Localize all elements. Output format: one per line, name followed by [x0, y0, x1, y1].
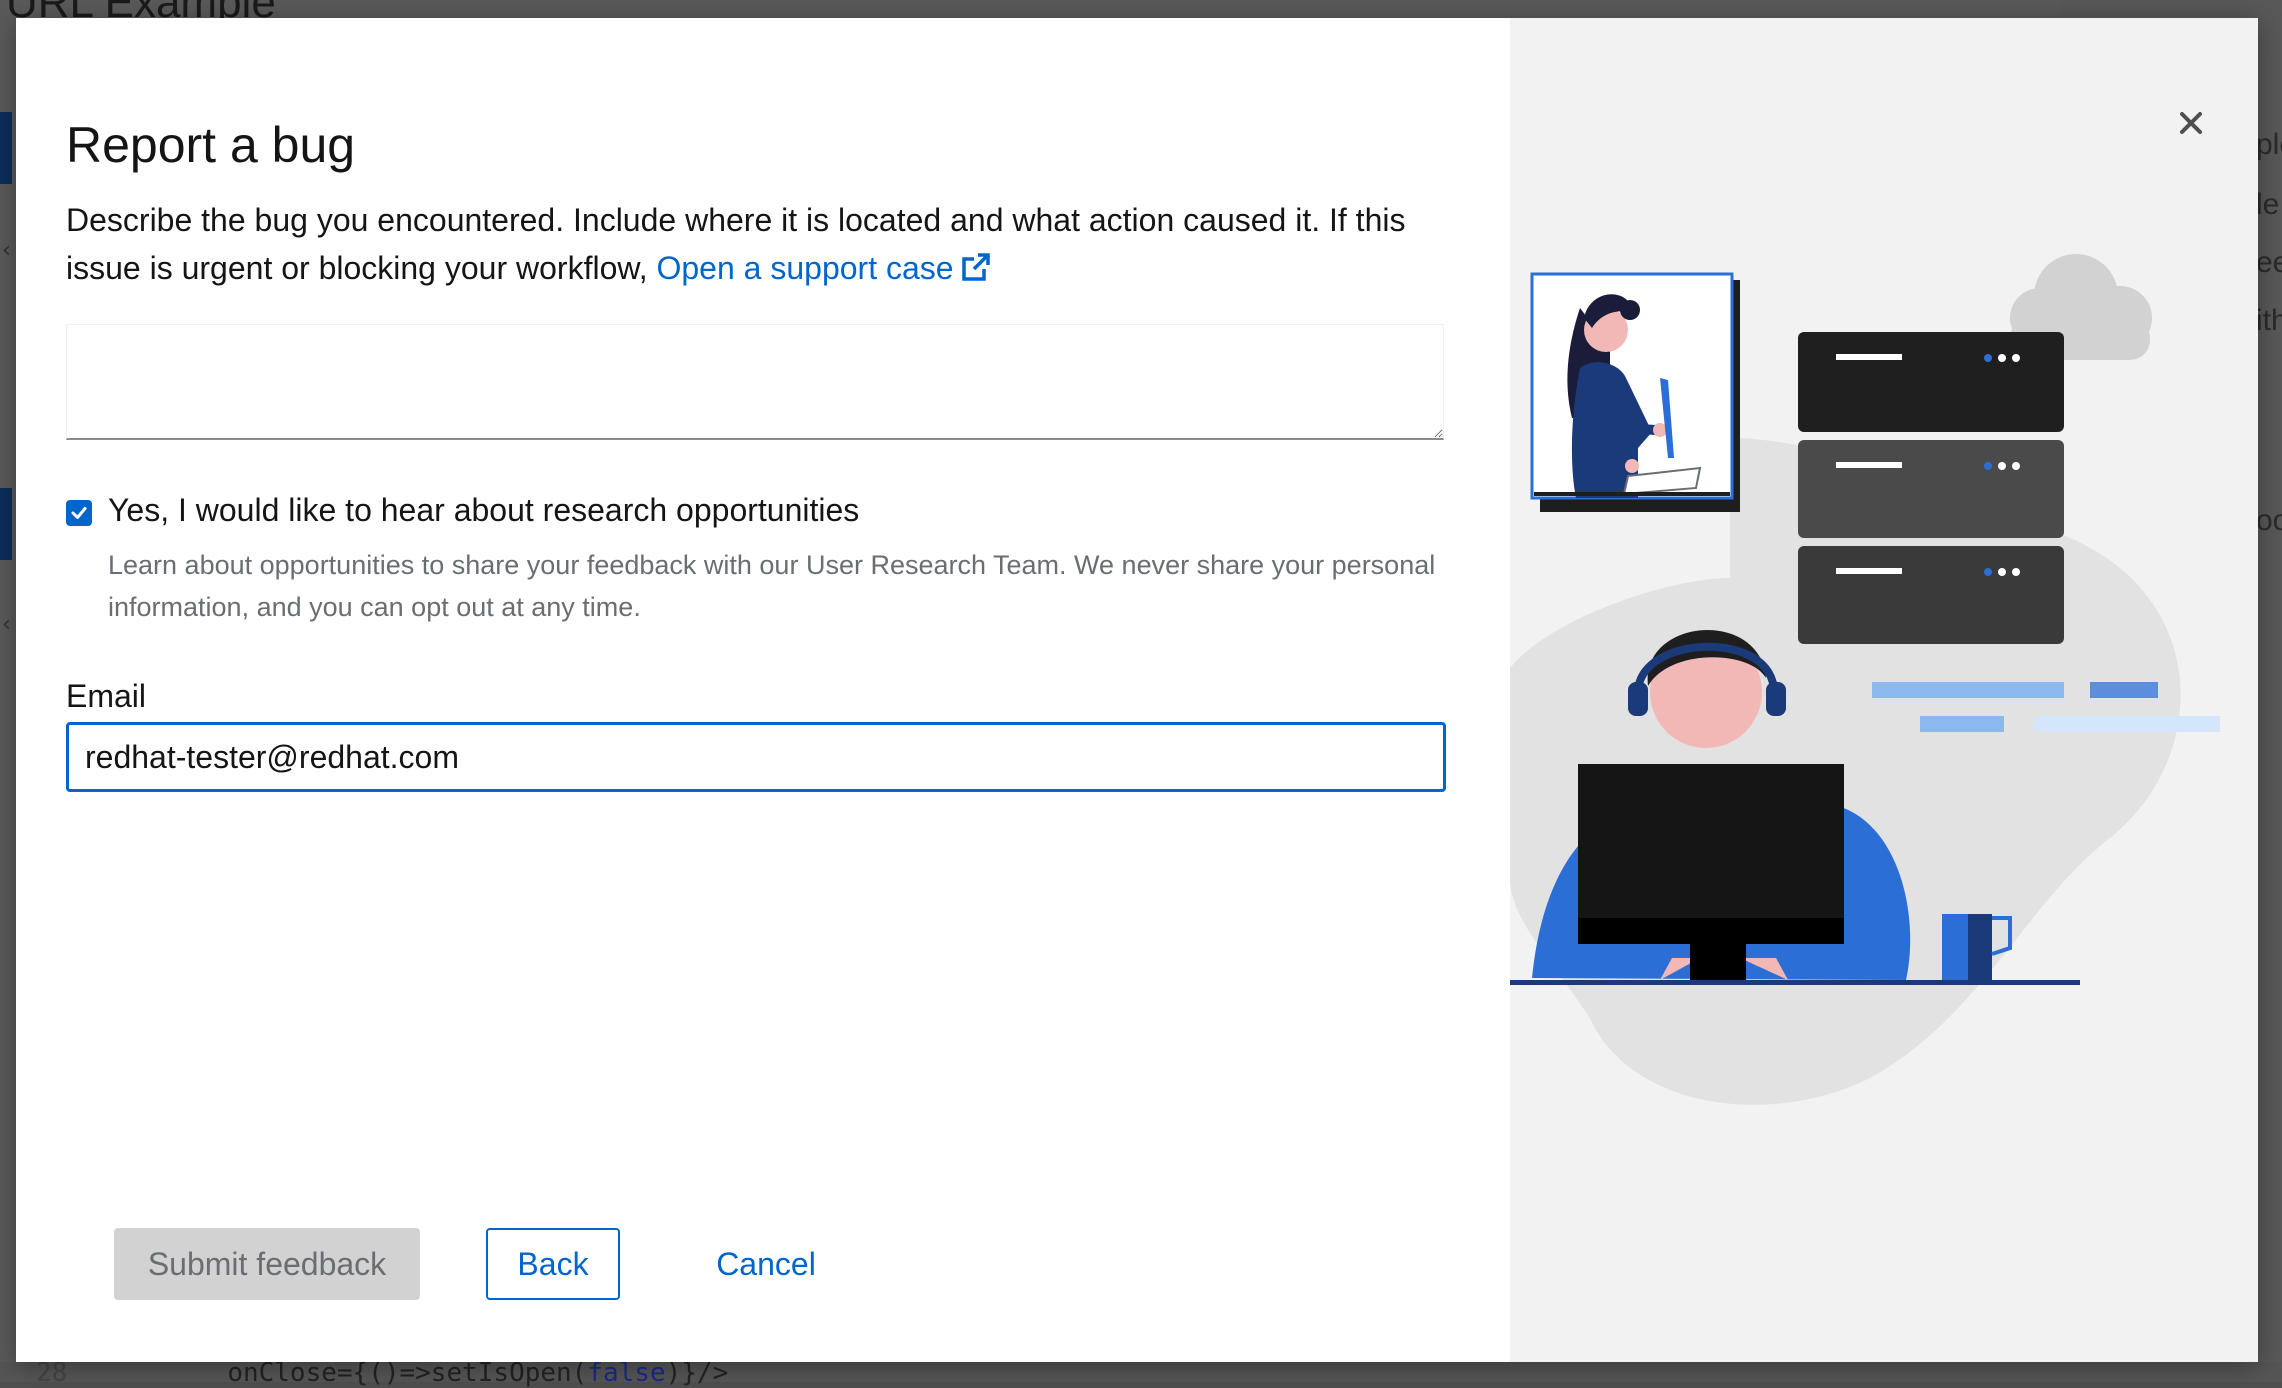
submit-feedback-button[interactable]: Submit feedback: [114, 1228, 420, 1300]
modal-title: Report a bug: [66, 117, 356, 173]
background-text-fragment: le: [2256, 188, 2280, 221]
report-bug-modal: Report a bug Describe the bug you encoun…: [16, 18, 2258, 1362]
code-text-end: )}/>: [665, 1358, 729, 1388]
background-left-button: [0, 112, 12, 184]
background-chevron-icon: ‹: [2, 238, 11, 263]
checkmark-icon: [71, 507, 87, 519]
cancel-button[interactable]: Cancel: [696, 1228, 836, 1300]
code-line-number: 28: [36, 1358, 68, 1388]
close-icon: [2180, 112, 2202, 134]
modal-description: Describe the bug you encountered. Includ…: [66, 196, 1466, 292]
support-case-link[interactable]: Open a support case: [656, 250, 991, 286]
support-illustration: [1510, 254, 2220, 1105]
background-left-button: [0, 488, 12, 560]
background-text-fragment: ith: [2256, 304, 2282, 337]
research-opt-in-checkbox[interactable]: [66, 500, 92, 526]
background-text-fragment: ee: [2256, 246, 2282, 279]
background-text-fragment: oo: [2256, 504, 2282, 537]
email-label: Email: [66, 678, 147, 714]
code-keyword: false: [587, 1358, 666, 1388]
research-opt-in-help-text: Learn about opportunities to share your …: [108, 550, 1436, 622]
code-text: onClose={()=>setIsOpen(: [227, 1358, 588, 1388]
illustration-panel: [1510, 18, 2258, 1362]
email-input[interactable]: [66, 722, 1446, 792]
research-opt-in-label[interactable]: Yes, I would like to hear about research…: [108, 492, 859, 529]
back-button[interactable]: Back: [486, 1228, 620, 1300]
support-case-link-label: Open a support case: [656, 250, 954, 286]
close-button[interactable]: [2166, 98, 2216, 148]
background-text-fragment: ple: [2256, 128, 2282, 161]
external-link-icon: [961, 253, 990, 281]
background-code-line: 28 onClose={()=>setIsOpen(false)}/>: [36, 1358, 728, 1388]
background-chevron-icon: ‹: [2, 612, 11, 637]
bug-description-textarea[interactable]: [66, 324, 1444, 440]
